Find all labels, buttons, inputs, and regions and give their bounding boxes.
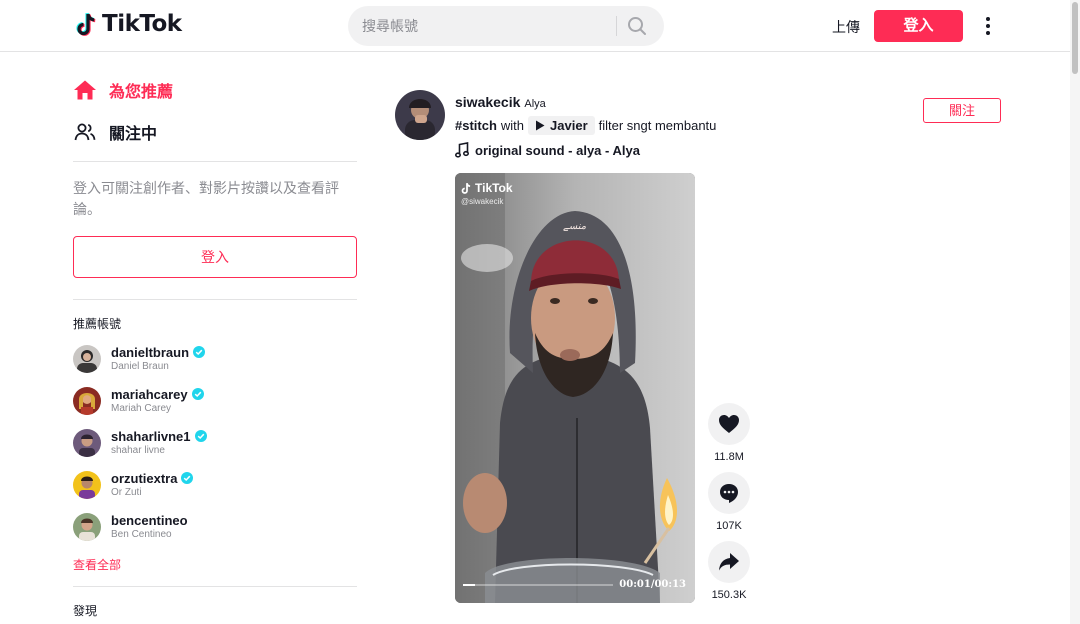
share-count: 150.3K — [711, 589, 747, 601]
suggested-account[interactable]: danieltbraun Daniel Braun — [73, 341, 357, 377]
account-display-name: Or Zuti — [111, 486, 142, 498]
share-icon — [719, 553, 739, 571]
avatar — [73, 345, 101, 373]
post-username[interactable]: siwakecik — [455, 94, 520, 110]
account-username: danieltbraun — [111, 344, 190, 360]
avatar — [73, 513, 101, 541]
video-progress-fill — [463, 584, 475, 586]
search-input[interactable] — [362, 6, 612, 46]
like-action[interactable]: 11.8M — [708, 403, 750, 463]
music-note-icon — [455, 142, 469, 158]
tiktok-watermark: TikTok @siwakecik — [461, 181, 513, 206]
account-username: shaharlivne1 — [111, 428, 191, 444]
video-frame: منسے — [455, 173, 695, 603]
post-author-avatar[interactable] — [395, 90, 445, 140]
avatar — [73, 429, 101, 457]
sidebar-login-button[interactable]: 登入 — [73, 236, 357, 278]
caption-with: with — [500, 118, 525, 133]
hashtag-link[interactable]: #stitch — [455, 118, 497, 133]
more-vertical-icon — [986, 17, 990, 35]
discover-title: 發現 — [73, 604, 98, 618]
effect-name: Javier — [550, 118, 588, 133]
video-time: 00:01/00:13 — [619, 579, 686, 590]
scrollbar-thumb[interactable] — [1072, 2, 1078, 74]
header-login-button[interactable]: 登入 — [874, 10, 963, 42]
heart-icon — [719, 415, 739, 433]
comment-action[interactable]: 107K — [708, 472, 750, 532]
post-caption: #stitch with Javier filter sngt membantu — [455, 116, 716, 135]
sidebar-divider — [73, 161, 357, 162]
nav-following-label: 關注中 — [109, 126, 158, 143]
share-button[interactable] — [708, 541, 750, 583]
account-username: orzutiextra — [111, 470, 178, 486]
svg-text:منسے: منسے — [563, 221, 587, 232]
post-music[interactable]: original sound - alya - Alya — [455, 142, 640, 158]
nav-for-you-label: 為您推薦 — [109, 84, 174, 101]
follow-button[interactable]: 關注 — [923, 98, 1001, 123]
see-all-link[interactable]: 查看全部 — [73, 556, 121, 573]
like-button[interactable] — [708, 403, 750, 445]
post-author[interactable]: siwakecik Alya — [455, 94, 546, 110]
tiktok-note-icon — [461, 182, 471, 194]
search-icon — [628, 17, 646, 35]
music-title: original sound - alya - Alya — [475, 142, 640, 158]
tiktok-note-icon — [76, 12, 96, 36]
home-icon — [74, 80, 96, 100]
nav-following[interactable]: 關注中 — [73, 120, 157, 144]
users-icon — [74, 123, 96, 141]
like-count: 11.8M — [714, 451, 744, 463]
suggested-account[interactable]: bencentineo Ben Centineo — [73, 509, 357, 545]
account-display-name: Mariah Carey — [111, 402, 172, 414]
verified-badge-icon — [191, 388, 204, 400]
logo-text: TikTok — [102, 11, 182, 37]
sidebar-divider — [73, 586, 357, 587]
search-button[interactable] — [626, 15, 648, 37]
play-icon — [536, 120, 545, 131]
suggested-accounts-title: 推薦帳號 — [73, 317, 122, 331]
account-username: mariahcarey — [111, 386, 188, 402]
watermark-logo-text: TikTok — [475, 181, 513, 195]
sidebar: 為您推薦 關注中 登入可關注創作者、對影片按讚以及查看評論。 登入 推薦帳號 d… — [73, 52, 357, 624]
top-header: TikTok 上傳 登入 — [0, 0, 1080, 52]
video-progress-bar[interactable] — [463, 584, 613, 586]
comment-count: 107K — [716, 520, 742, 532]
suggested-account[interactable]: orzutiextra Or Zuti — [73, 467, 357, 503]
caption-text: filter sngt membantu — [598, 118, 717, 133]
verified-badge-icon — [194, 430, 207, 442]
login-hint: 登入可關注創作者、對影片按讚以及查看評論。 — [73, 180, 339, 217]
account-display-name: shahar livne — [111, 444, 165, 456]
sidebar-divider — [73, 299, 357, 300]
search-bar — [348, 6, 664, 46]
suggested-account[interactable]: shaharlivne1 shahar livne — [73, 425, 357, 461]
video-player[interactable]: منسے TikTok @siwakecik 00:01/00:13 — [455, 173, 695, 603]
verified-badge-icon — [181, 472, 194, 484]
nav-for-you[interactable]: 為您推薦 — [73, 78, 173, 102]
account-display-name: Ben Centineo — [111, 528, 172, 540]
more-menu-button[interactable] — [978, 14, 998, 38]
verified-badge-icon — [193, 346, 206, 358]
account-display-name: Daniel Braun — [111, 360, 169, 372]
post-nickname: Alya — [524, 98, 546, 110]
page-scrollbar[interactable] — [1070, 0, 1080, 624]
comment-button[interactable] — [708, 472, 750, 514]
search-divider — [616, 16, 617, 36]
suggested-account[interactable]: mariahcarey Mariah Carey — [73, 383, 357, 419]
upload-link[interactable]: 上傳 — [832, 17, 860, 37]
watermark-handle: @siwakecik — [461, 197, 504, 206]
share-action[interactable]: 150.3K — [708, 541, 750, 601]
tiktok-logo[interactable]: TikTok — [76, 11, 182, 37]
avatar — [73, 387, 101, 415]
effect-chip[interactable]: Javier — [528, 116, 595, 135]
account-username: bencentineo — [111, 512, 188, 528]
avatar — [73, 471, 101, 499]
comment-icon — [720, 484, 738, 503]
